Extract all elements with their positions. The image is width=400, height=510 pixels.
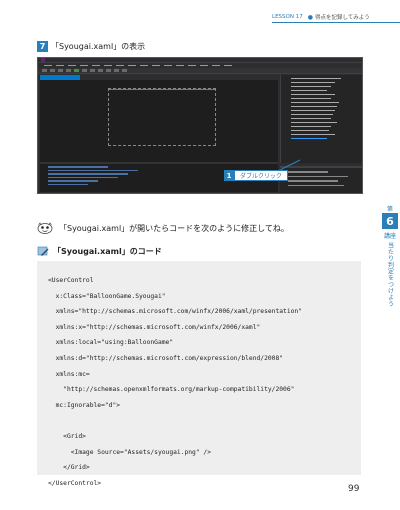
header-rule <box>272 22 400 23</box>
pencil-icon <box>37 246 49 256</box>
lesson-label: LESSON 17 <box>272 14 303 20</box>
code-line: <Image Source="Assets/syougai.png" /> <box>48 448 212 456</box>
section-heading: 7 「Syougai.xaml」の表示 <box>37 40 145 52</box>
vs-logo-icon <box>41 58 45 62</box>
code-line: </UserControl> <box>48 479 102 487</box>
code-line: <Grid> <box>48 432 86 440</box>
code-heading: 「Syougai.xaml」のコード <box>37 245 162 257</box>
chapter-tab: 第 6 講座 当たり判定をつけよう <box>380 204 400 307</box>
chapter-subtitle: 当たり判定をつけよう <box>386 242 394 307</box>
callout: 1 ダブルクリック <box>224 170 289 181</box>
callout-text: ダブルクリック <box>234 170 289 181</box>
code-line: xmlns:local="using:BalloonGame" <box>48 339 174 347</box>
code-line: x:Class="BalloonGame.Syougai" <box>48 292 166 300</box>
code-block: <UserControl x:Class="BalloonGame.Syouga… <box>37 261 361 487</box>
chapter-number: 6 <box>382 213 398 229</box>
code-line: <UserControl <box>48 277 94 284</box>
instruction-note: 「Syougai.xaml」が開いたらコードを次のように修正してね。 <box>37 222 289 234</box>
bullet-icon: ● <box>307 13 313 21</box>
code-line: xmlns:x="http://schemas.microsoft.com/wi… <box>48 323 261 331</box>
code-heading-text: 「Syougai.xaml」のコード <box>53 246 162 256</box>
ide-toolbar <box>38 68 362 74</box>
chapter-label-top: 第 <box>386 206 393 213</box>
ide-screenshot <box>37 57 363 194</box>
mascot-icon <box>37 222 53 234</box>
running-header: LESSON 17 ● 得点を記録してみよう <box>272 12 382 22</box>
note-text: 「Syougai.xaml」が開いたらコードを次のように修正してね。 <box>59 223 289 233</box>
code-line: xmlns:mc= <box>48 370 90 378</box>
ide-design-surface <box>40 80 278 162</box>
ide-solution-explorer <box>280 75 362 163</box>
code-line: xmlns:d="http://schemas.microsoft.com/ex… <box>48 354 284 362</box>
code-line: mc:Ignorable="d"> <box>48 401 121 409</box>
chapter-label-bottom: 講座 <box>383 233 396 240</box>
code-line: xmlns="http://schemas.microsoft.com/winf… <box>48 308 303 316</box>
design-canvas <box>108 88 216 146</box>
header-title: 得点を記録してみよう <box>314 15 370 21</box>
code-line: "http://schemas.openxmlformats.org/marku… <box>48 386 295 394</box>
callout-number: 1 <box>224 170 234 181</box>
code-line: </Grid> <box>48 464 90 472</box>
page-number: 99 <box>348 484 360 494</box>
section-number: 7 <box>37 40 48 52</box>
section-title: 「Syougai.xaml」の表示 <box>51 41 146 51</box>
